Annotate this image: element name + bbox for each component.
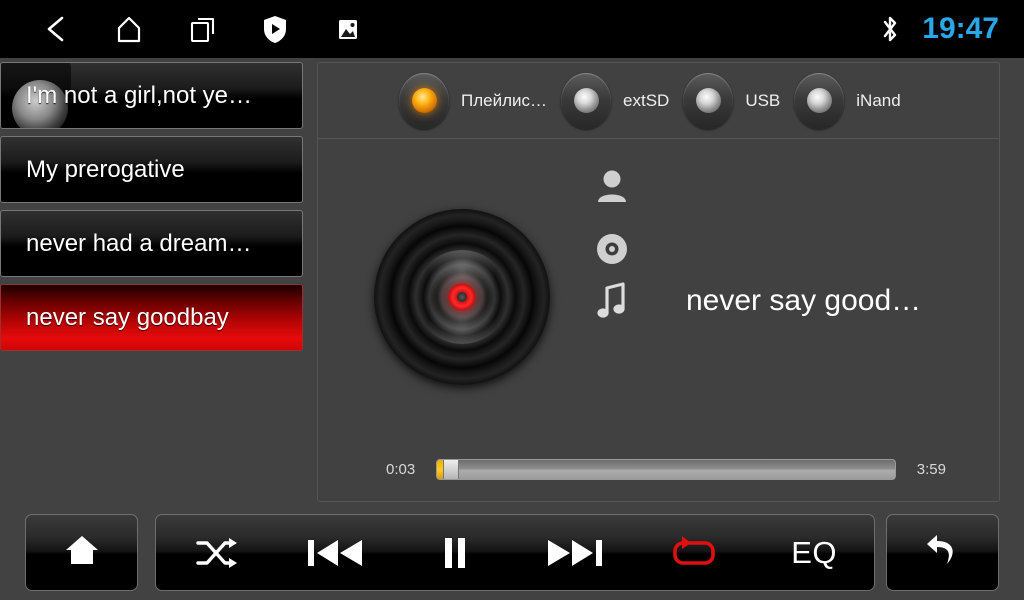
previous-button[interactable] — [285, 515, 385, 590]
playlist-panel[interactable]: I'm not a girl,not ye… My prerogative ne… — [0, 62, 310, 502]
elapsed-time: 0:03 — [386, 461, 416, 478]
repeat-button[interactable] — [644, 515, 744, 590]
bottom-control-bar: EQ — [0, 505, 1024, 600]
back-icon[interactable] — [38, 11, 74, 47]
now-playing-area: never say good… 0:03 3:59 — [318, 139, 999, 502]
status-bar-right: 19:47 — [872, 11, 1024, 47]
source-option-extsd[interactable]: extSD — [561, 72, 670, 129]
bluetooth-icon — [872, 11, 908, 47]
main-panel: Плейлис… extSD USB iNand never say good…… — [317, 62, 1000, 502]
source-option-playlist[interactable]: Плейлис… — [399, 72, 548, 129]
home-icon — [62, 531, 102, 574]
next-button[interactable] — [525, 515, 625, 590]
transport-controls: EQ — [155, 514, 875, 591]
return-arrow-icon — [923, 531, 963, 574]
playlist-item-2[interactable]: never had a dream… — [0, 210, 303, 277]
metadata-row-artist — [590, 169, 686, 203]
source-option-label: extSD — [623, 90, 670, 110]
playlist-item-1[interactable]: My prerogative — [0, 136, 303, 203]
radio-led-icon — [683, 72, 734, 129]
seek-thumb[interactable] — [442, 460, 459, 479]
shuffle-button[interactable] — [166, 515, 266, 590]
playlist-item-label: never had a dream… — [26, 229, 252, 257]
vinyl-disc-art-icon[interactable] — [374, 209, 550, 385]
source-option-usb[interactable]: USB — [683, 72, 781, 129]
radio-led-icon — [794, 72, 845, 129]
play-pause-button[interactable] — [405, 515, 505, 590]
metadata-row-title: never say good… — [590, 282, 921, 320]
status-bar: 19:47 — [0, 0, 1024, 58]
equalizer-button[interactable]: EQ — [764, 515, 864, 590]
shield-play-icon[interactable] — [257, 11, 293, 47]
playlist-item-0[interactable]: I'm not a girl,not ye… — [0, 62, 303, 129]
equalizer-label: EQ — [791, 534, 837, 570]
radio-led-icon — [399, 72, 449, 129]
playlist-item-label: never say goodbay — [26, 303, 229, 331]
metadata-row-album — [590, 233, 686, 265]
playlist-item-3[interactable]: never say goodbay — [0, 284, 303, 351]
music-note-icon — [590, 282, 634, 320]
home-icon[interactable] — [111, 11, 147, 47]
source-selector-bar: Плейлис… extSD USB iNand — [318, 63, 999, 139]
disc-icon — [590, 233, 634, 265]
source-option-label: Плейлис… — [461, 90, 548, 110]
status-bar-nav-icons — [0, 11, 366, 47]
person-icon — [590, 169, 634, 203]
music-player-app: 19:47 I'm not a girl,not ye… My prerogat… — [0, 0, 1024, 600]
gallery-icon[interactable] — [330, 11, 366, 47]
source-option-inand[interactable]: iNand — [794, 72, 901, 129]
status-bar-clock: 19:47 — [922, 12, 999, 45]
radio-led-icon — [561, 72, 612, 129]
seek-slider[interactable] — [436, 459, 896, 480]
recent-apps-icon[interactable] — [184, 11, 220, 47]
playlist-item-label: I'm not a girl,not ye… — [26, 81, 253, 109]
total-time: 3:59 — [916, 461, 946, 478]
home-button[interactable] — [25, 514, 138, 591]
track-title: never say good… — [686, 284, 922, 317]
source-option-label: USB — [745, 90, 781, 110]
source-option-label: iNand — [856, 90, 901, 110]
back-button[interactable] — [886, 514, 999, 591]
playlist-item-label: My prerogative — [26, 155, 185, 183]
progress-bar-area: 0:03 3:59 — [386, 459, 946, 480]
